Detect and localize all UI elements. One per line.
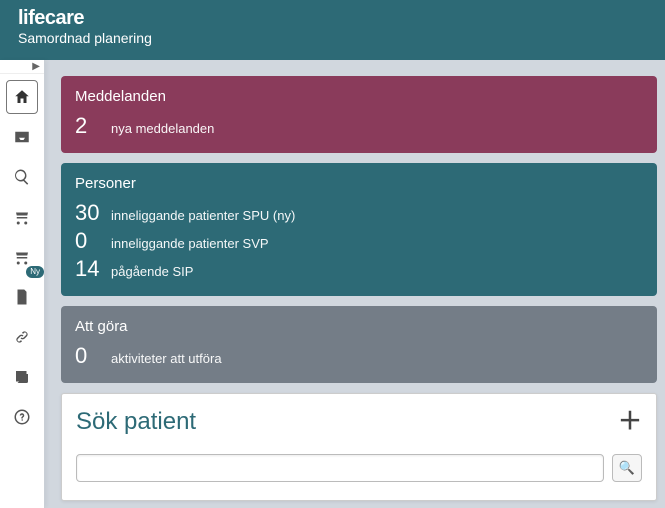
stat-label: pågående SIP — [111, 264, 193, 279]
card-title: Att göra — [75, 318, 643, 335]
main-content: Meddelanden 2 nya meddelanden Personer 3… — [45, 60, 665, 508]
stat-label: inneliggande patienter SVP — [111, 236, 269, 251]
search-row: 🔍 — [76, 454, 642, 482]
document-icon — [13, 288, 31, 306]
card-attgora[interactable]: Att göra 0 aktiviteter att utföra — [61, 306, 657, 383]
magnifier-icon: 🔍 — [619, 460, 635, 476]
search-title: Sök patient — [76, 408, 196, 436]
brand-logo: lifecare — [18, 8, 647, 28]
nav-news[interactable] — [6, 360, 38, 394]
nav-search[interactable] — [6, 160, 38, 194]
search-panel: Sök patient ＋ 🔍 — [61, 393, 657, 501]
stat-row: 0 aktiviteter att utföra — [75, 343, 643, 369]
card-personer[interactable]: Personer 30 inneliggande patienter SPU (… — [61, 163, 657, 296]
nav-document[interactable] — [6, 280, 38, 314]
card-title: Meddelanden — [75, 88, 643, 105]
cart-new-icon — [13, 248, 31, 266]
stat-count: 14 — [75, 256, 101, 282]
nav-cart[interactable] — [6, 200, 38, 234]
nav-help[interactable] — [6, 400, 38, 434]
stat-row: 2 nya meddelanden — [75, 113, 643, 139]
search-header: Sök patient ＋ — [76, 408, 642, 436]
stat-count: 30 — [75, 200, 101, 226]
search-icon — [13, 168, 31, 186]
stat-count: 0 — [75, 343, 101, 369]
plus-icon: ＋ — [618, 408, 642, 435]
nav-link[interactable] — [6, 320, 38, 354]
brand-subtitle: Samordnad planering — [18, 30, 647, 46]
app-header: lifecare Samordnad planering — [0, 0, 665, 60]
cart-icon — [13, 208, 31, 226]
sidebar: ▶ Ny — [0, 60, 45, 508]
home-icon — [13, 88, 31, 106]
card-meddelanden[interactable]: Meddelanden 2 nya meddelanden — [61, 76, 657, 153]
stat-count: 0 — [75, 228, 101, 254]
stat-label: aktiviteter att utföra — [111, 351, 222, 366]
patient-search-button[interactable]: 🔍 — [612, 454, 642, 482]
patient-search-input[interactable] — [76, 454, 604, 482]
news-icon — [13, 368, 31, 386]
badge-ny: Ny — [26, 266, 44, 278]
stat-row: 30 inneliggande patienter SPU (ny) — [75, 200, 643, 226]
card-title: Personer — [75, 175, 643, 192]
stat-row: 0 inneliggande patienter SVP — [75, 228, 643, 254]
stat-label: inneliggande patienter SPU (ny) — [111, 208, 295, 223]
sidebar-expand-toggle[interactable]: ▶ — [0, 60, 44, 74]
add-patient-button[interactable]: ＋ — [618, 410, 642, 434]
chevron-right-icon: ▶ — [32, 61, 40, 72]
stat-count: 2 — [75, 113, 101, 139]
link-icon — [13, 328, 31, 346]
inbox-icon — [13, 128, 31, 146]
nav-inbox[interactable] — [6, 120, 38, 154]
stat-label: nya meddelanden — [111, 121, 214, 136]
help-icon — [13, 408, 31, 426]
stat-row: 14 pågående SIP — [75, 256, 643, 282]
nav-cart-new[interactable]: Ny — [6, 240, 38, 274]
nav-home[interactable] — [6, 80, 38, 114]
